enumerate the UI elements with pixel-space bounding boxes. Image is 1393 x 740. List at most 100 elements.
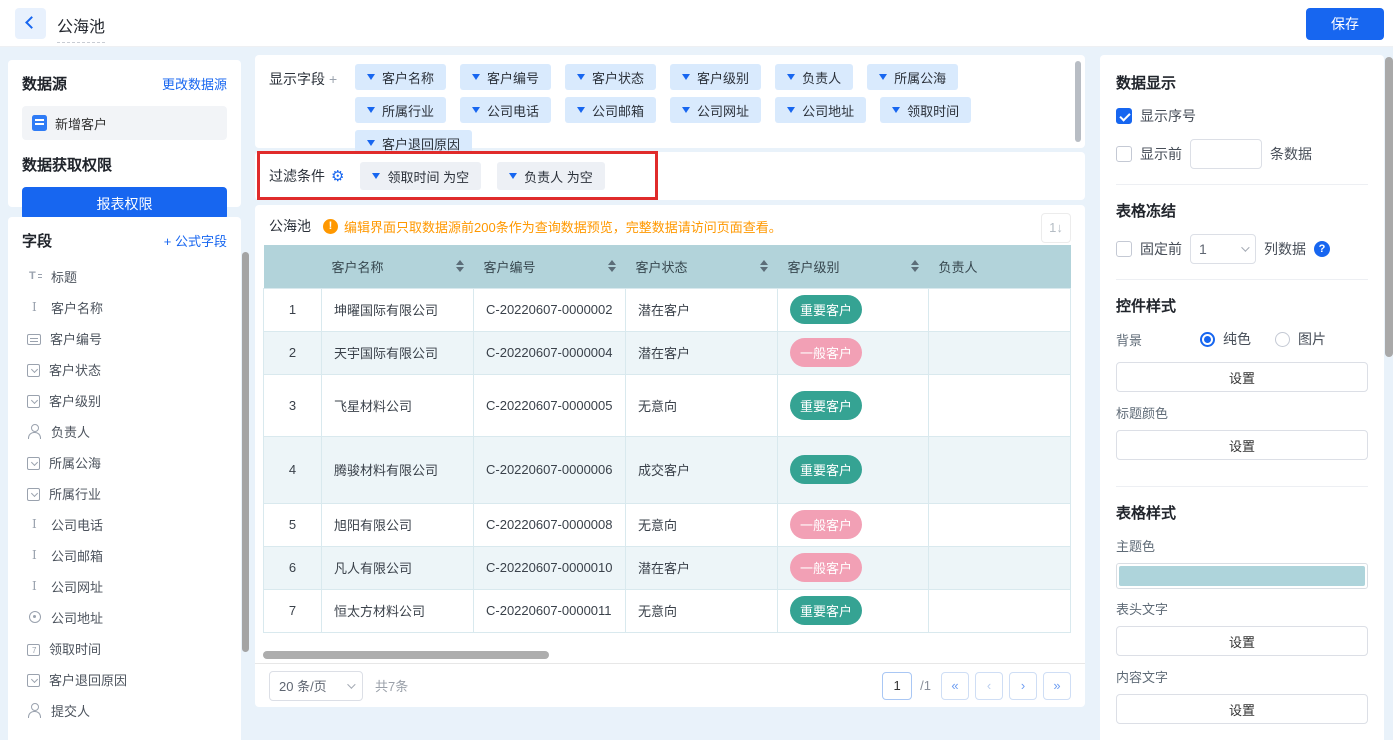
sort-order-icon[interactable]: 1↓ [1041, 213, 1071, 243]
show-first-checkbox[interactable] [1116, 146, 1132, 162]
display-field-tag[interactable]: 公司地址 [775, 97, 866, 123]
field-item[interactable]: 客户名称 [22, 292, 227, 323]
caret-down-icon [577, 74, 585, 80]
sort-carets-icon[interactable] [608, 260, 616, 272]
row-index-cell: 7 [264, 589, 322, 632]
show-first-input[interactable] [1190, 139, 1262, 169]
select-icon [27, 488, 40, 501]
column-header[interactable]: 客户级别 [778, 245, 929, 288]
customer-status-cell: 成交客户 [626, 436, 778, 503]
image-radio[interactable] [1275, 332, 1290, 347]
prev-page-button[interactable]: ‹ [975, 672, 1003, 700]
field-item[interactable]: 所属行业 [22, 478, 227, 509]
next-page-button[interactable]: › [1009, 672, 1037, 700]
display-field-tag[interactable]: 公司电话 [460, 97, 551, 123]
filter-condition-tag[interactable]: 负责人 为空 [497, 162, 605, 190]
filter-card: 过滤条件 ⚙ 领取时间 为空负责人 为空 [255, 152, 1085, 200]
first-page-button[interactable]: « [941, 672, 969, 700]
page-size-select[interactable]: 20 条/页 [269, 671, 363, 701]
change-datasource-link[interactable]: 更改数据源 [162, 74, 227, 93]
owner-cell [929, 503, 1071, 546]
caret-down-icon [682, 74, 690, 80]
field-label: 客户级别 [49, 391, 101, 410]
page-number-input[interactable] [882, 672, 912, 700]
row-index-cell: 2 [264, 331, 322, 374]
report-permission-button[interactable]: 报表权限 [22, 187, 227, 220]
display-field-tag[interactable]: 客户状态 [565, 64, 656, 90]
gear-icon[interactable]: ⚙ [331, 167, 344, 185]
freeze-count-select[interactable]: 1 [1190, 234, 1256, 264]
select-icon [27, 674, 40, 687]
show-index-label: 显示序号 [1140, 106, 1196, 126]
customer-name-cell: 飞星材料公司 [322, 374, 474, 436]
add-formula-field-link[interactable]: + 公式字段 [164, 231, 227, 250]
topbar: 公海池 保存 [0, 0, 1393, 47]
content-text-set-button[interactable]: 设置 [1116, 694, 1368, 724]
datasource-item[interactable]: 新增客户 [22, 106, 227, 140]
header-text-set-button[interactable]: 设置 [1116, 626, 1368, 656]
question-icon[interactable]: ? [1314, 241, 1330, 257]
add-display-field-icon[interactable]: + [329, 71, 337, 87]
tag-label: 公司邮箱 [592, 101, 644, 120]
text-icon [27, 517, 42, 532]
fields-title: 字段 [22, 230, 52, 251]
display-field-tag[interactable]: 领取时间 [880, 97, 971, 123]
display-field-tag[interactable]: 客户编号 [460, 64, 551, 90]
back-button[interactable] [15, 8, 46, 39]
display-field-tag[interactable]: 负责人 [775, 64, 853, 90]
calendar-icon [27, 644, 40, 656]
left-panel-scrollbar[interactable] [242, 252, 249, 652]
field-item[interactable]: 客户级别 [22, 385, 227, 416]
field-item[interactable]: 公司网址 [22, 571, 227, 602]
column-header[interactable]: 客户状态 [626, 245, 778, 288]
filter-condition-tag[interactable]: 领取时间 为空 [360, 162, 481, 190]
display-fields-scrollbar[interactable] [1075, 61, 1081, 142]
widget-style-title: 控件样式 [1116, 295, 1368, 316]
column-header[interactable]: 负责人 [929, 245, 1071, 288]
sort-carets-icon[interactable] [911, 260, 919, 272]
tag-label: 客户级别 [697, 68, 749, 87]
field-item[interactable]: 所属公海 [22, 447, 227, 478]
field-item[interactable]: 公司地址 [22, 602, 227, 633]
display-field-tag[interactable]: 公司网址 [670, 97, 761, 123]
caret-down-icon [509, 173, 517, 179]
level-badge: 一般客户 [790, 338, 862, 367]
field-item[interactable]: 公司电话 [22, 509, 227, 540]
background-set-button[interactable]: 设置 [1116, 362, 1368, 392]
sort-carets-icon[interactable] [760, 260, 768, 272]
caret-down-icon [787, 107, 795, 113]
tag-label: 客户退回原因 [382, 134, 460, 153]
field-item[interactable]: 客户编号 [22, 323, 227, 354]
theme-color-swatch[interactable] [1116, 563, 1368, 589]
content-text-label: 内容文字 [1116, 667, 1368, 686]
show-index-checkbox[interactable] [1116, 108, 1132, 124]
display-field-tag[interactable]: 客户级别 [670, 64, 761, 90]
column-header[interactable]: 客户编号 [474, 245, 626, 288]
field-item[interactable]: 标题 [22, 261, 227, 292]
field-item[interactable]: 客户状态 [22, 354, 227, 385]
display-field-tag[interactable]: 所属行业 [355, 97, 446, 123]
title-color-set-button[interactable]: 设置 [1116, 430, 1368, 460]
field-item[interactable]: 负责人 [22, 416, 227, 447]
field-item[interactable]: 提交人 [22, 695, 227, 726]
display-field-tag[interactable]: 所属公海 [867, 64, 958, 90]
page-title[interactable]: 公海池 [57, 13, 105, 43]
display-field-tag[interactable]: 客户名称 [355, 64, 446, 90]
owner-cell [929, 288, 1071, 331]
field-label: 公司电话 [51, 515, 103, 534]
chevron-down-icon [1241, 243, 1249, 251]
table-horizontal-scrollbar[interactable] [263, 651, 549, 659]
field-item[interactable]: 客户退回原因 [22, 664, 227, 695]
save-button[interactable]: 保存 [1306, 8, 1384, 40]
right-panel-scrollbar[interactable] [1385, 57, 1393, 357]
column-header[interactable]: 客户名称 [322, 245, 474, 288]
last-page-button[interactable]: » [1043, 672, 1071, 700]
freeze-checkbox[interactable] [1116, 241, 1132, 257]
sort-carets-icon[interactable] [456, 260, 464, 272]
column-header-label: 负责人 [939, 257, 978, 276]
display-field-tag[interactable]: 公司邮箱 [565, 97, 656, 123]
field-item[interactable]: 公司邮箱 [22, 540, 227, 571]
customer-name-cell: 腾骏材料有限公司 [322, 436, 474, 503]
field-item[interactable]: 领取时间 [22, 633, 227, 664]
solid-color-radio[interactable] [1200, 332, 1215, 347]
